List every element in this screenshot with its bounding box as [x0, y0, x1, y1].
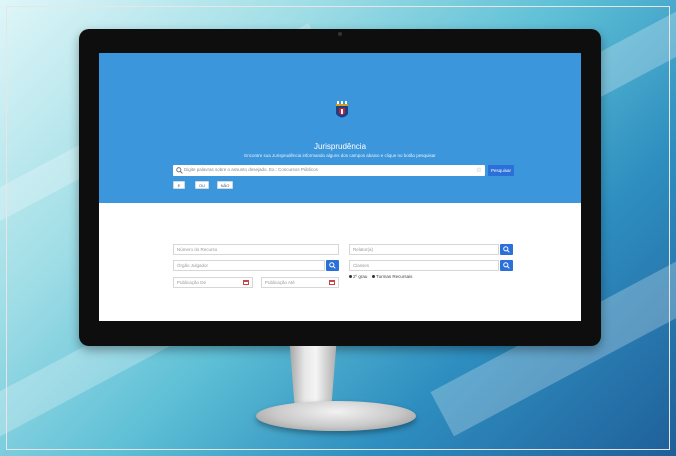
publicacao-ate-label: Publicação Até: [265, 280, 295, 285]
operator-and-button[interactable]: E: [173, 181, 185, 189]
publicacao-ate-field[interactable]: Publicação Até: [261, 277, 339, 288]
search-icon: [176, 167, 183, 174]
orgao-julgador-search-button[interactable]: [326, 260, 339, 271]
webcam: [338, 32, 342, 36]
search-button[interactable]: Pesquisar: [488, 165, 514, 176]
classes-search-button[interactable]: [500, 260, 513, 271]
screen: Jurisprudência Encontre sua Jurisprudênc…: [99, 53, 581, 321]
publicacao-de-label: Publicação De: [177, 280, 207, 285]
checkbox-icon: [372, 275, 375, 279]
filter-segundo-grau[interactable]: 2º grau: [349, 274, 367, 279]
filter-label: Turmas Recursais: [376, 274, 413, 279]
page-subtitle: Encontre sua Jurisprudência informando a…: [244, 153, 436, 158]
coat-of-arms-icon: [336, 101, 348, 118]
monitor: Jurisprudência Encontre sua Jurisprudênc…: [79, 29, 601, 346]
publicacao-de-field[interactable]: Publicação De: [173, 277, 253, 288]
calendar-icon[interactable]: [329, 280, 335, 285]
page-title: Jurisprudência: [313, 142, 367, 151]
calendar-icon[interactable]: [243, 280, 249, 285]
checkbox-icon: [349, 275, 352, 279]
filter-label: 2º grau: [353, 274, 368, 279]
relator-field[interactable]: Relator(a): [349, 244, 499, 255]
search-placeholder: Digite palavras sobre o assunto desejado…: [184, 167, 318, 172]
numero-recurso-field[interactable]: Número do Recurso: [173, 244, 339, 255]
star-icon[interactable]: ☆: [476, 166, 482, 175]
relator-search-button[interactable]: [500, 244, 513, 255]
search-icon: [503, 246, 510, 253]
search-icon: [329, 262, 336, 269]
classes-field[interactable]: Classes: [349, 260, 499, 271]
monitor-stand-base: [256, 401, 416, 431]
filter-turmas-recursais[interactable]: Turmas Recursais: [372, 274, 412, 279]
operator-not-button[interactable]: NÃO: [217, 181, 233, 189]
monitor-stand-neck: [289, 346, 337, 404]
search-icon: [503, 262, 510, 269]
search-input[interactable]: Digite palavras sobre o assunto desejado…: [173, 165, 485, 176]
hero-banner: Jurisprudência Encontre sua Jurisprudênc…: [99, 53, 581, 203]
operator-or-button[interactable]: OU: [195, 181, 209, 189]
orgao-julgador-field[interactable]: Órgão Julgador: [173, 260, 325, 271]
